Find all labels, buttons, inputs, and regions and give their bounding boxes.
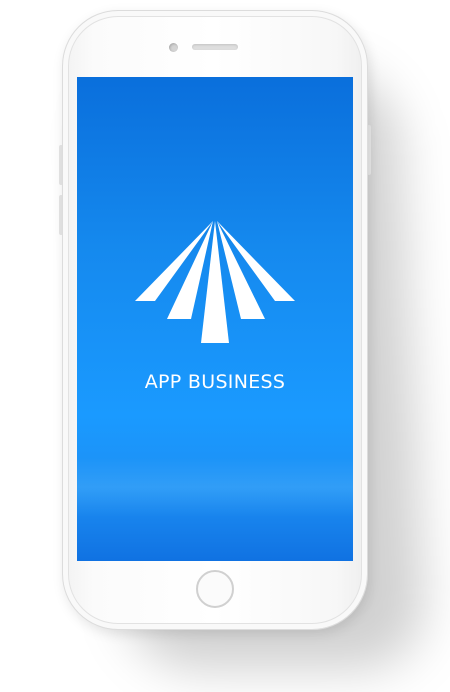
app-logo-icon bbox=[135, 221, 295, 343]
app-title: APP BUSINESS bbox=[144, 371, 286, 393]
app-splash-screen[interactable]: APP BUSINESS bbox=[77, 77, 353, 561]
earpiece-speaker bbox=[192, 44, 238, 50]
front-camera bbox=[169, 43, 178, 52]
home-button[interactable] bbox=[196, 570, 234, 608]
